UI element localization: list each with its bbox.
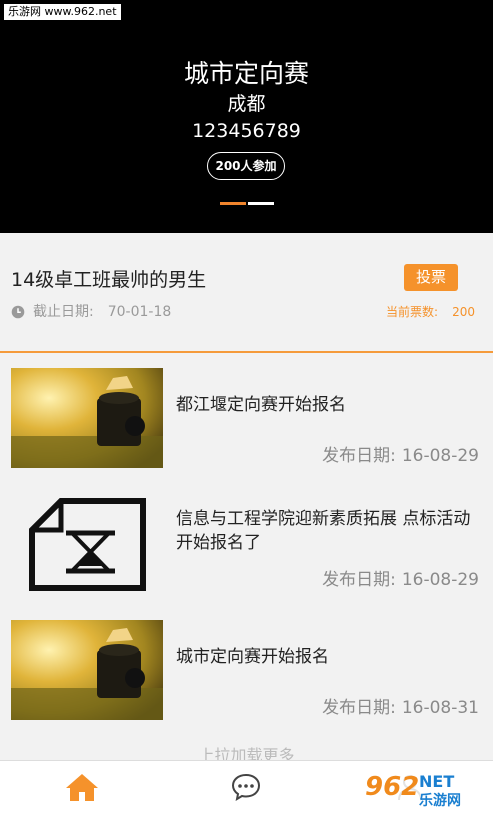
news-item[interactable]: 信息与工程学院迎新素质拓展 点标活动开始报名了 发布日期: 16-08-29 — [0, 481, 493, 607]
carousel-indicator-active — [220, 202, 246, 205]
event-info-card: 14级卓工班最帅的男生 投票 截止日期: 70-01-18 当前票数: 200 — [0, 233, 493, 353]
home-icon — [66, 774, 98, 801]
news-thumbnail — [11, 620, 163, 720]
svg-text:NET: NET — [419, 772, 454, 791]
bottom-tab-bar: 962 NET 乐游网 — [0, 760, 493, 813]
event-banner[interactable]: 乐游网 www.962.net 城市定向赛 成都 123456789 200人参… — [0, 0, 493, 233]
event-name: 14级卓工班最帅的男生 — [11, 269, 207, 291]
news-date-value: 16-08-29 — [401, 570, 479, 590]
vote-button[interactable]: 投票 — [404, 264, 458, 291]
chat-icon — [231, 773, 261, 801]
watermark-text: 乐游网 www.962.net — [4, 4, 121, 20]
watermark-logo: 962 NET 乐游网 — [359, 767, 487, 809]
tab-message[interactable] — [164, 761, 328, 813]
banner-phone: 123456789 — [192, 120, 301, 142]
news-thumbnail — [11, 494, 163, 594]
deadline-label: 截止日期: — [33, 304, 94, 320]
participants-badge[interactable]: 200人参加 — [207, 152, 285, 180]
news-date: 发布日期: 16-08-31 — [322, 697, 479, 719]
news-date-value: 16-08-31 — [401, 698, 479, 718]
tab-home[interactable] — [0, 761, 164, 813]
news-date-label: 发布日期: — [322, 446, 396, 466]
banner-title: 城市定向赛 — [183, 59, 309, 88]
news-title: 都江堰定向赛开始报名 — [176, 395, 346, 415]
news-date-label: 发布日期: — [322, 570, 396, 590]
news-item[interactable]: 都江堰定向赛开始报名 发布日期: 16-08-29 — [0, 355, 493, 481]
hourglass-file-icon — [11, 494, 163, 594]
svg-text:乐游网: 乐游网 — [419, 792, 461, 809]
news-date: 发布日期: 16-08-29 — [322, 445, 479, 467]
news-date-label: 发布日期: — [322, 698, 396, 718]
votes-label: 当前票数: — [386, 305, 439, 319]
vote-count: 当前票数: 200 — [386, 303, 475, 321]
news-thumbnail — [11, 368, 163, 468]
clock-icon — [11, 305, 25, 319]
news-title: 城市定向赛开始报名 — [176, 647, 329, 667]
deadline-row: 截止日期: 70-01-18 — [11, 303, 171, 321]
votes-value: 200 — [452, 305, 475, 319]
carousel-indicator — [248, 202, 274, 205]
deadline-value: 70-01-18 — [107, 304, 172, 320]
news-date-value: 16-08-29 — [401, 446, 479, 466]
news-date: 发布日期: 16-08-29 — [322, 569, 479, 591]
news-item[interactable]: 城市定向赛开始报名 发布日期: 16-08-31 — [0, 607, 493, 733]
photo-thumbnail — [11, 620, 163, 720]
svg-text:962: 962 — [365, 772, 419, 802]
banner-city: 成都 — [227, 93, 266, 115]
photo-thumbnail — [11, 368, 163, 468]
news-title: 信息与工程学院迎新素质拓展 点标活动开始报名了 — [176, 509, 471, 553]
